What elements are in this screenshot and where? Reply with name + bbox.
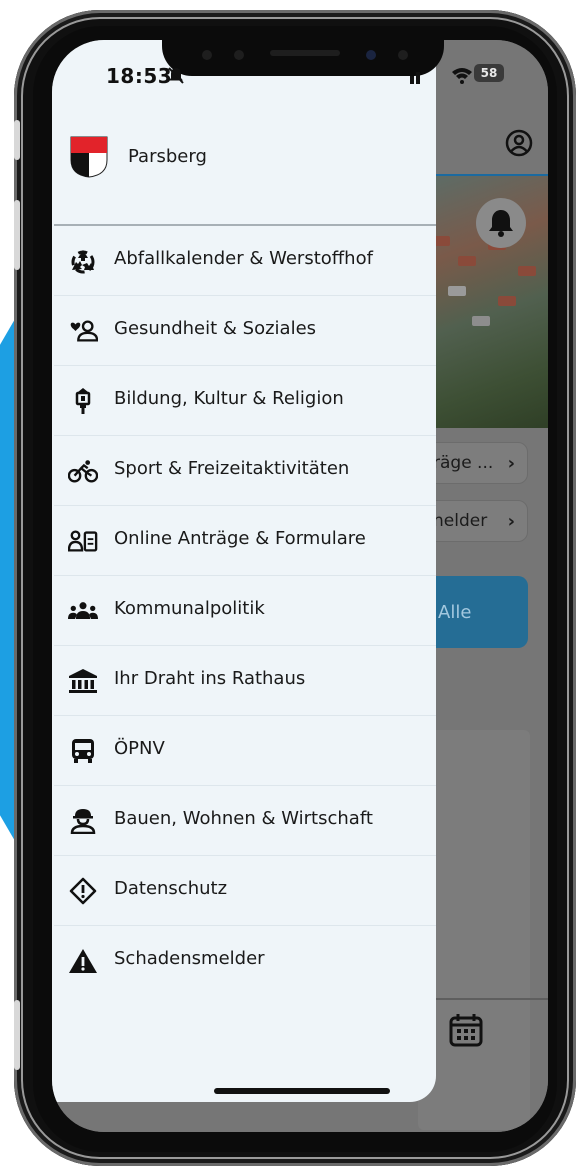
quicklink-pill-2-label: nelder bbox=[433, 511, 488, 531]
shield-alert-icon bbox=[68, 877, 98, 905]
menu-item-datenschutz[interactable]: Datenschutz bbox=[54, 856, 436, 926]
menu-item-bildung[interactable]: Bildung, Kultur & Religion bbox=[54, 366, 436, 436]
phone-volume-up bbox=[14, 200, 20, 270]
town-hall-icon bbox=[68, 668, 98, 694]
status-time: 18:53 bbox=[106, 64, 173, 88]
phone-mute-switch bbox=[14, 120, 20, 160]
menu-item-gesundheit[interactable]: Gesundheit & Soziales bbox=[54, 296, 436, 366]
people-group-icon bbox=[68, 598, 98, 624]
notifications-button[interactable] bbox=[476, 198, 526, 248]
notch bbox=[162, 40, 444, 76]
warning-icon bbox=[68, 948, 98, 974]
menu-item-label: Datenschutz bbox=[114, 878, 228, 899]
menu-item-schadensmelder[interactable]: Schadensmelder bbox=[54, 926, 436, 996]
battery-indicator: 58 bbox=[474, 64, 504, 82]
town-name: Parsberg bbox=[128, 146, 207, 167]
lantern-icon bbox=[68, 388, 98, 414]
recycle-icon bbox=[68, 248, 98, 274]
bottom-bar-divider bbox=[418, 998, 548, 1000]
heart-person-icon bbox=[68, 318, 98, 344]
bicycle-icon bbox=[68, 458, 98, 484]
menu-item-label: Sport & Freizeitaktivitäten bbox=[114, 458, 350, 479]
bus-icon bbox=[68, 738, 98, 764]
menu-item-label: Online Anträge & Formulare bbox=[114, 528, 366, 549]
calendar-icon[interactable] bbox=[448, 1012, 484, 1048]
menu-item-sport[interactable]: Sport & Freizeitaktivitäten bbox=[54, 436, 436, 506]
profile-icon[interactable] bbox=[504, 128, 534, 158]
menu-item-rathaus[interactable]: Ihr Draht ins Rathaus bbox=[54, 646, 436, 716]
menu-item-label: Kommunalpolitik bbox=[114, 598, 265, 619]
menu-item-kommunalpolitik[interactable]: Kommunalpolitik bbox=[54, 576, 436, 646]
menu-item-label: ÖPNV bbox=[114, 738, 165, 759]
menu-item-bauen[interactable]: Bauen, Wohnen & Wirtschaft bbox=[54, 786, 436, 856]
menu-item-label: Schadensmelder bbox=[114, 948, 265, 969]
menu-item-label: Gesundheit & Soziales bbox=[114, 318, 317, 339]
person-document-icon bbox=[68, 528, 98, 554]
bell-icon bbox=[489, 210, 513, 237]
home-indicator[interactable] bbox=[214, 1088, 390, 1094]
alle-button-label: Alle bbox=[438, 601, 472, 623]
phone-volume-down bbox=[14, 1000, 20, 1070]
menu-item-abfallkalender[interactable]: Abfallkalender & Werstoffhof bbox=[54, 226, 436, 296]
menu-item-label: Abfallkalender & Werstoffhof bbox=[114, 248, 373, 269]
town-crest-icon bbox=[70, 136, 108, 178]
chevron-right-icon: › bbox=[507, 511, 515, 532]
silent-mode-icon bbox=[168, 67, 184, 84]
menu-item-label: Bauen, Wohnen & Wirtschaft bbox=[114, 808, 373, 829]
menu-item-label: Ihr Draht ins Rathaus bbox=[114, 668, 306, 689]
drawer-header[interactable]: Parsberg bbox=[70, 136, 436, 182]
menu-item-label: Bildung, Kultur & Religion bbox=[114, 388, 344, 409]
quicklink-pill-1-label: räge ... bbox=[433, 453, 494, 473]
menu-item-oepnv[interactable]: ÖPNV bbox=[54, 716, 436, 786]
chevron-right-icon: › bbox=[507, 453, 515, 474]
status-icons bbox=[410, 68, 472, 84]
construction-worker-icon bbox=[68, 808, 98, 834]
navigation-drawer: Parsberg Abfallkalender & Werstoffhof Ge… bbox=[52, 40, 436, 1102]
phone-screen: räge ... › nelder › Alle Parsberg Abfall… bbox=[52, 40, 548, 1132]
menu-item-online-antraege[interactable]: Online Anträge & Formulare bbox=[54, 506, 436, 576]
